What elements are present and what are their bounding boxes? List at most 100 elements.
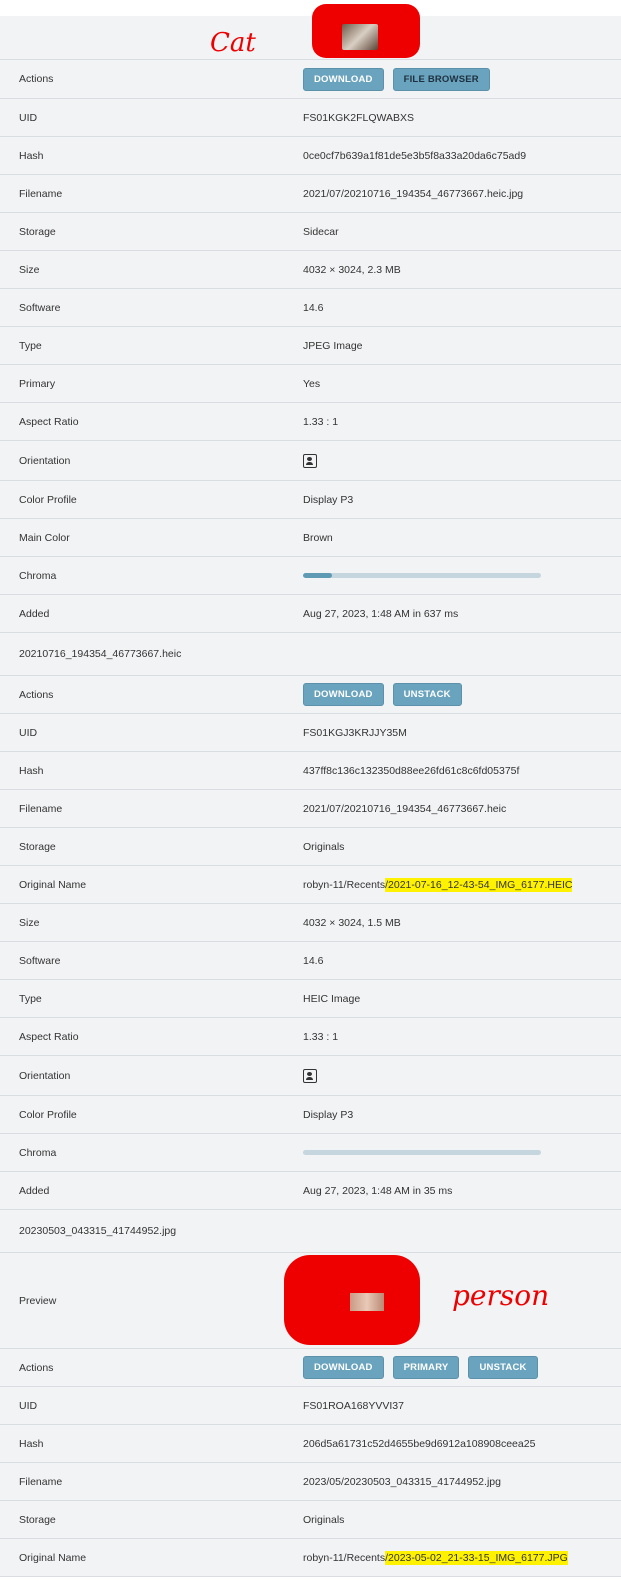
row-filename: Filename 2021/07/20210716_194354_46773667…: [0, 175, 621, 213]
label: Storage: [19, 840, 56, 853]
label: Filename: [19, 187, 63, 200]
original-name-highlight: /2023-05-02_21-33-15_IMG_6177.JPG: [385, 1550, 568, 1565]
filename-value: 2021/07/20210716_194354_46773667.heic.jp…: [303, 187, 524, 200]
label: Main Color: [19, 531, 70, 544]
label: Original Name: [19, 878, 87, 891]
download-button[interactable]: DOWNLOAD: [303, 67, 384, 91]
row-size: Size 4032 × 3024, 1.5 MB: [0, 904, 621, 942]
original-name-prefix: robyn-11/Recents: [303, 1551, 386, 1564]
row-orientation: Orientation: [0, 441, 621, 481]
label: Chroma: [19, 569, 57, 582]
hash-value: 0ce0cf7b639a1f81de5e3b5f8a33a20da6c75ad9: [303, 149, 527, 162]
cat-thumbnail: [342, 24, 378, 50]
row-type: Type HEIC Image: [0, 980, 621, 1018]
download-button[interactable]: DOWNLOAD: [303, 683, 384, 706]
chroma-bar: [303, 573, 541, 578]
row-primary: Primary Yes: [0, 365, 621, 403]
row-storage: Storage Originals: [0, 828, 621, 866]
row-preview: Preview person: [0, 1253, 621, 1349]
row-color-profile: Color Profile Display P3: [0, 1096, 621, 1134]
label: Size: [19, 916, 40, 929]
label: Actions: [19, 1361, 54, 1374]
label: UID: [19, 111, 38, 124]
software-value: 14.6: [303, 954, 324, 967]
software-value: 14.6: [303, 301, 324, 314]
label: Chroma: [19, 1146, 57, 1159]
row-aspect-ratio: Aspect Ratio 1.33 : 1: [0, 403, 621, 441]
unstack-button[interactable]: UNSTACK: [468, 1356, 538, 1379]
uid-value: FS01ROA168YVVI37: [303, 1399, 404, 1412]
color-profile-value: Display P3: [303, 493, 354, 506]
row-filename: Filename 2021/07/20210716_194354_46773667…: [0, 790, 621, 828]
row-color-profile: Color Profile Display P3: [0, 481, 621, 519]
label: Hash: [19, 1437, 44, 1450]
label: Storage: [19, 225, 56, 238]
row-added: Added Aug 27, 2023, 1:48 AM in 35 ms: [0, 1172, 621, 1210]
unstack-button[interactable]: UNSTACK: [392, 683, 462, 706]
label: Hash: [19, 149, 44, 162]
uid-value: FS01KGK2FLQWABXS: [303, 111, 415, 124]
row-type: Type JPEG Image: [0, 327, 621, 365]
hash-value: 206d5a61731c52d4655be9d6912a108908ceea25: [303, 1437, 536, 1450]
row-uid: UID FS01KGK2FLQWABXS: [0, 99, 621, 137]
label: Storage: [19, 1513, 56, 1526]
label: Color Profile: [19, 493, 77, 506]
label: Filename: [19, 802, 63, 815]
label: Aspect Ratio: [19, 415, 79, 428]
label: Type: [19, 339, 42, 352]
label: UID: [19, 1399, 38, 1412]
row-main-color: Main Color Brown: [0, 519, 621, 557]
file-browser-button[interactable]: FILE BROWSER: [392, 67, 490, 91]
download-button[interactable]: DOWNLOAD: [303, 1356, 384, 1379]
label: Type: [19, 992, 42, 1005]
chroma-bar: [303, 1150, 541, 1155]
portrait-orientation-icon: [303, 453, 317, 468]
row-storage: Storage Sidecar: [0, 213, 621, 251]
type-value: HEIC Image: [303, 992, 361, 1005]
label: Orientation: [19, 1069, 71, 1082]
row-software: Software 14.6: [0, 942, 621, 980]
original-name-highlight: /2021-07-16_12-43-54_IMG_6177.HEIC: [385, 877, 573, 892]
file-header-heic: 20210716_194354_46773667.heic: [0, 633, 621, 676]
row-actions: Actions DOWNLOAD FILE BROWSER: [0, 60, 621, 99]
portrait-orientation-icon: [303, 1068, 317, 1083]
label: Filename: [19, 1475, 63, 1488]
row-filename: Filename 2023/05/20230503_043315_41744952…: [0, 1463, 621, 1501]
color-profile-value: Display P3: [303, 1108, 354, 1121]
row-uid: UID FS01ROA168YVVI37: [0, 1387, 621, 1425]
file-details-page: Cat Actions DOWNLOAD FILE BROWSER UID FS0…: [0, 0, 621, 1582]
chroma-fill: [303, 573, 332, 578]
original-name-prefix: robyn-11/Recents: [303, 878, 386, 891]
hash-value: 437ff8c136c132350d88ee26fd61c8c6fd05375f: [303, 764, 520, 777]
row-uid: UID FS01KGJ3KRJJY35M: [0, 714, 621, 752]
annotation-person: person: [452, 1279, 550, 1312]
size-value: 4032 × 3024, 2.3 MB: [303, 263, 401, 276]
size-value: 4032 × 3024, 1.5 MB: [303, 916, 401, 929]
row-actions: Actions DOWNLOAD UNSTACK: [0, 676, 621, 714]
label: Original Name: [19, 1551, 87, 1564]
label: Aspect Ratio: [19, 1030, 79, 1043]
label: Primary: [19, 377, 56, 390]
label: Added: [19, 607, 50, 620]
row-hash: Hash 0ce0cf7b639a1f81de5e3b5f8a33a20da6c7…: [0, 137, 621, 175]
label: Orientation: [19, 454, 71, 467]
uid-value: FS01KGJ3KRJJY35M: [303, 726, 407, 739]
row-aspect-ratio: Aspect Ratio 1.33 : 1: [0, 1018, 621, 1056]
label: Color Profile: [19, 1108, 77, 1121]
label: Software: [19, 301, 61, 314]
label: Size: [19, 263, 40, 276]
label: Software: [19, 954, 61, 967]
row-size: Size 4032 × 3024, 2.3 MB: [0, 251, 621, 289]
row-software: Software 14.6: [0, 289, 621, 327]
label: Preview: [19, 1294, 57, 1307]
storage-value: Originals: [303, 840, 345, 853]
added-value: Aug 27, 2023, 1:48 AM in 637 ms: [303, 607, 459, 620]
filename-value: 2021/07/20210716_194354_46773667.heic: [303, 802, 507, 815]
row-added: Added Aug 27, 2023, 1:48 AM in 637 ms: [0, 595, 621, 633]
row-chroma: Chroma: [0, 557, 621, 595]
file-header-jpg: 20230503_043315_41744952.jpg: [0, 1210, 621, 1253]
label: UID: [19, 726, 38, 739]
main-color-value: Brown: [303, 531, 333, 544]
primary-button[interactable]: PRIMARY: [392, 1356, 460, 1379]
preview-row-1: Cat: [0, 0, 621, 60]
